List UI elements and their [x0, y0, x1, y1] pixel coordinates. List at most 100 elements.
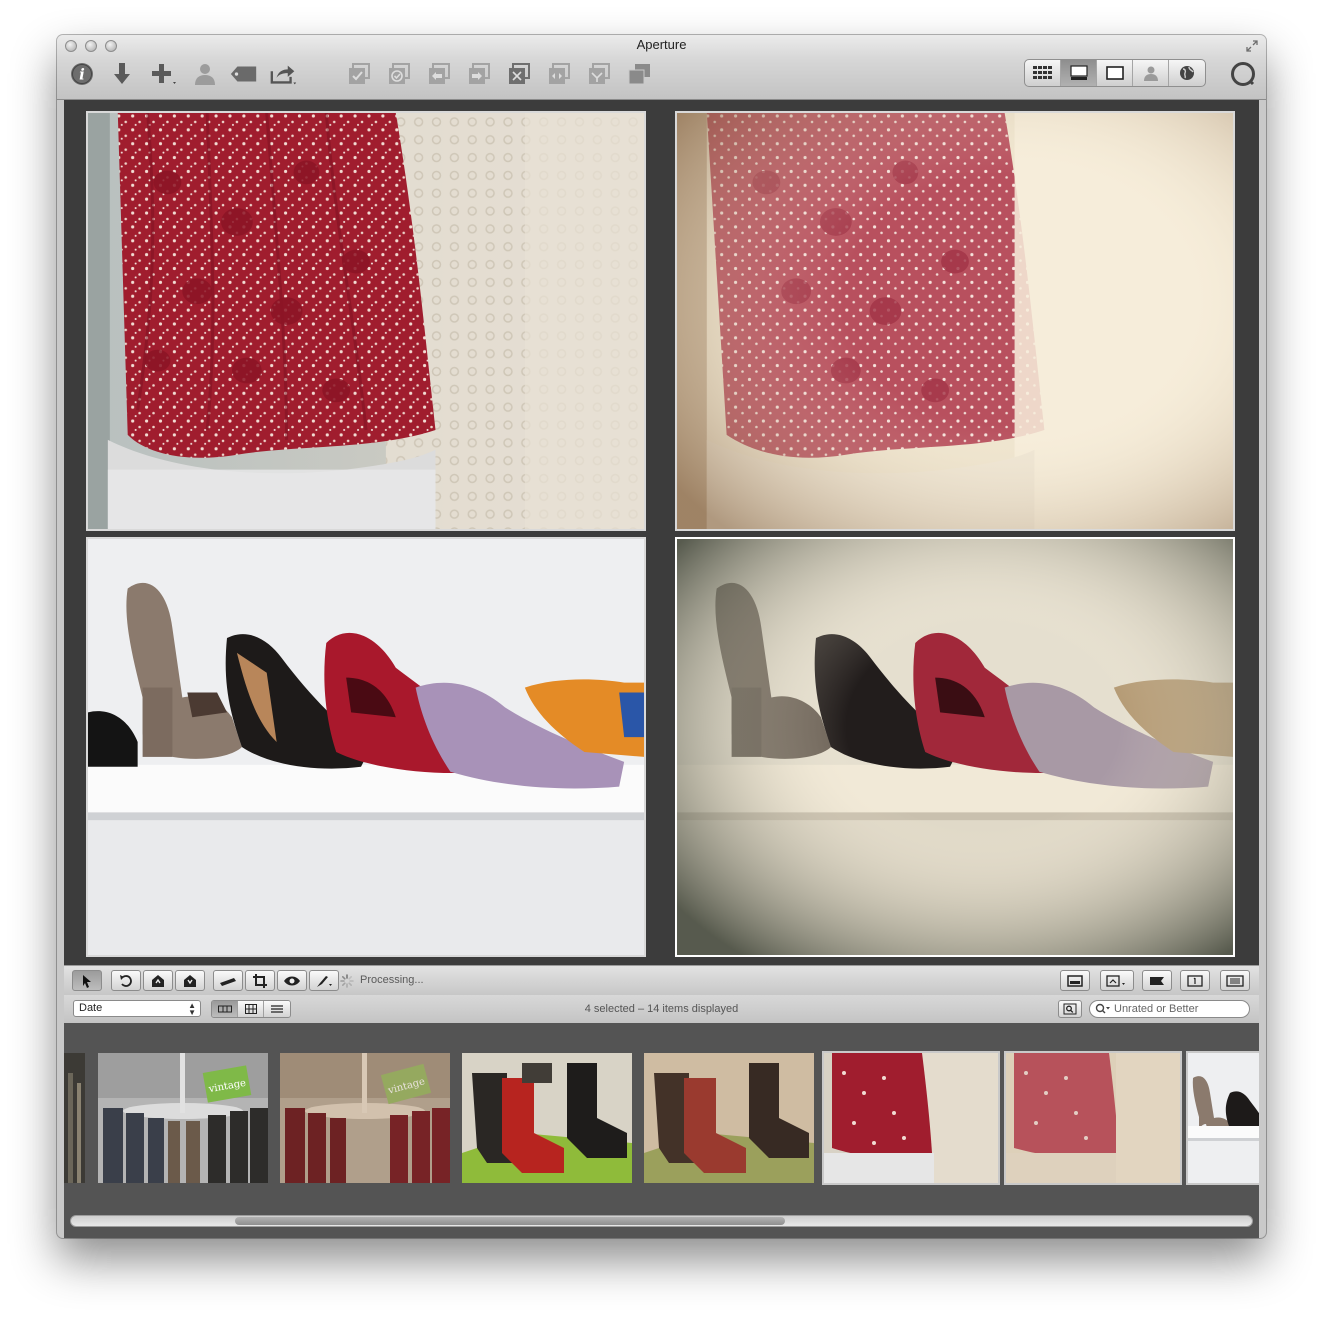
compare-icon — [549, 63, 570, 84]
overlay-icon — [1106, 974, 1125, 987]
overlay-button[interactable] — [1100, 970, 1134, 991]
import-button[interactable] — [107, 61, 137, 87]
filmstrip-thumb[interactable]: vintage — [98, 1053, 268, 1183]
arrow-left-icon — [429, 63, 450, 84]
compare-button[interactable] — [544, 61, 574, 87]
promote-button[interactable] — [584, 61, 614, 87]
split-icon — [628, 64, 650, 85]
primary-only-button[interactable] — [1180, 970, 1210, 991]
stamp-icon — [184, 974, 196, 987]
promote-icon — [589, 63, 610, 84]
places-view-button[interactable] — [1169, 60, 1205, 86]
filmstrip-thumb-selected[interactable] — [1186, 1051, 1259, 1185]
share-button[interactable] — [269, 61, 299, 87]
thumb-image — [64, 1053, 85, 1183]
info-icon: i — [71, 63, 93, 85]
red-dress-image — [88, 113, 644, 529]
crop-icon — [253, 973, 267, 988]
stamp-tool-button[interactable] — [175, 970, 205, 991]
filmstrip-thumb[interactable] — [462, 1053, 632, 1183]
inspector-button[interactable]: i — [67, 61, 97, 87]
arrow-right-icon — [469, 63, 490, 84]
new-button[interactable] — [149, 61, 179, 87]
fullscreen-icon[interactable] — [1246, 40, 1258, 52]
filmstrip-icon — [1067, 974, 1083, 987]
flag-icon — [1150, 976, 1164, 985]
thumb-image — [1188, 1053, 1259, 1183]
viewer-photo-shoes-original[interactable] — [86, 537, 646, 957]
thumb-image — [644, 1053, 814, 1183]
pick-button[interactable] — [384, 61, 414, 87]
filmstrip-thumb[interactable] — [644, 1053, 814, 1183]
filmstrip: vintage vintage — [64, 1023, 1259, 1211]
straighten-icon — [220, 977, 236, 986]
shoes-image — [88, 539, 644, 955]
loupe-icon[interactable] — [1230, 61, 1256, 87]
scrollbar-thumb[interactable] — [235, 1217, 785, 1225]
viewer-photo-red-dress-original[interactable] — [86, 111, 646, 531]
straighten-tool-button[interactable] — [213, 970, 243, 991]
viewer-icon — [1105, 66, 1124, 80]
filter-hud-button[interactable] — [1058, 1000, 1082, 1018]
pick-icon — [389, 63, 410, 84]
rating-filter-field[interactable]: Unrated or Better — [1089, 1000, 1250, 1018]
browser-toggle-button[interactable] — [1220, 970, 1250, 991]
metadata-button[interactable] — [1142, 970, 1172, 991]
rating-filter-text: Unrated or Better — [1114, 1003, 1199, 1015]
previous-button[interactable] — [424, 61, 454, 87]
filmstrip-thumb-selected[interactable] — [1004, 1051, 1182, 1185]
shoes-vintage-image — [677, 539, 1233, 955]
filmstrip-thumb-selected[interactable] — [822, 1051, 1000, 1185]
tag-icon — [230, 66, 257, 82]
red-eye-tool-button[interactable] — [277, 970, 307, 991]
viewer-area — [64, 100, 1259, 965]
control-bar: Processing... — [64, 965, 1259, 996]
viewer-photo-red-dress-vintage[interactable] — [675, 111, 1235, 531]
brush-tool-button[interactable] — [309, 970, 339, 991]
red-dress-vintage-image — [677, 113, 1233, 529]
processing-status: Processing... — [360, 974, 424, 986]
extract-button[interactable] — [504, 61, 534, 87]
lift-icon — [152, 974, 164, 987]
thumb-image — [824, 1053, 998, 1183]
split-view-button[interactable] — [1061, 60, 1097, 86]
import-arrow-icon — [114, 63, 130, 84]
viewer-photo-shoes-vintage[interactable] — [675, 537, 1235, 957]
thumb-image — [462, 1053, 632, 1183]
browser-bar: Date ▲ ▼ 4 selected – 14 items displayed … — [64, 995, 1259, 1024]
filmstrip-thumb[interactable] — [64, 1053, 85, 1183]
share-icon — [270, 65, 297, 85]
next-button[interactable] — [464, 61, 494, 87]
rotate-icon — [120, 974, 132, 987]
thumb-image — [1006, 1053, 1180, 1183]
filmstrip-scroll-area — [64, 1211, 1259, 1238]
eye-icon — [284, 976, 300, 985]
aperture-window: Aperture i Processing... Date ▲ ▼ 4 sele… — [57, 35, 1266, 1238]
faces-icon — [1143, 66, 1158, 81]
stack-check-icon — [349, 63, 370, 84]
stack-button[interactable] — [344, 61, 374, 87]
browser-panel-icon — [1226, 974, 1244, 987]
split-stack-button[interactable] — [624, 61, 654, 87]
faces-view-button[interactable] — [1133, 60, 1169, 86]
rotate-tool-button[interactable] — [111, 970, 141, 991]
filmstrip-thumb[interactable]: vintage — [280, 1053, 450, 1183]
filmstrip-toggle-button[interactable] — [1060, 970, 1090, 991]
select-tool-button[interactable] — [72, 970, 102, 991]
thumb-image: vintage — [280, 1053, 450, 1183]
horizontal-scrollbar[interactable] — [70, 1215, 1253, 1227]
viewer-button[interactable] — [1097, 60, 1133, 86]
crop-tool-button[interactable] — [245, 970, 275, 991]
browser-view-button[interactable] — [1025, 60, 1061, 86]
view-mode-control — [1024, 59, 1206, 87]
brush-icon — [317, 975, 332, 987]
lift-tool-button[interactable] — [143, 970, 173, 991]
window-title: Aperture — [636, 37, 687, 52]
split-view-icon — [1069, 65, 1088, 80]
faces-button[interactable] — [190, 61, 220, 87]
search-icon — [1095, 1003, 1110, 1014]
keywords-button[interactable] — [229, 61, 259, 87]
globe-icon — [1180, 66, 1194, 80]
grid-icon — [1032, 66, 1052, 79]
person-icon — [195, 64, 215, 85]
